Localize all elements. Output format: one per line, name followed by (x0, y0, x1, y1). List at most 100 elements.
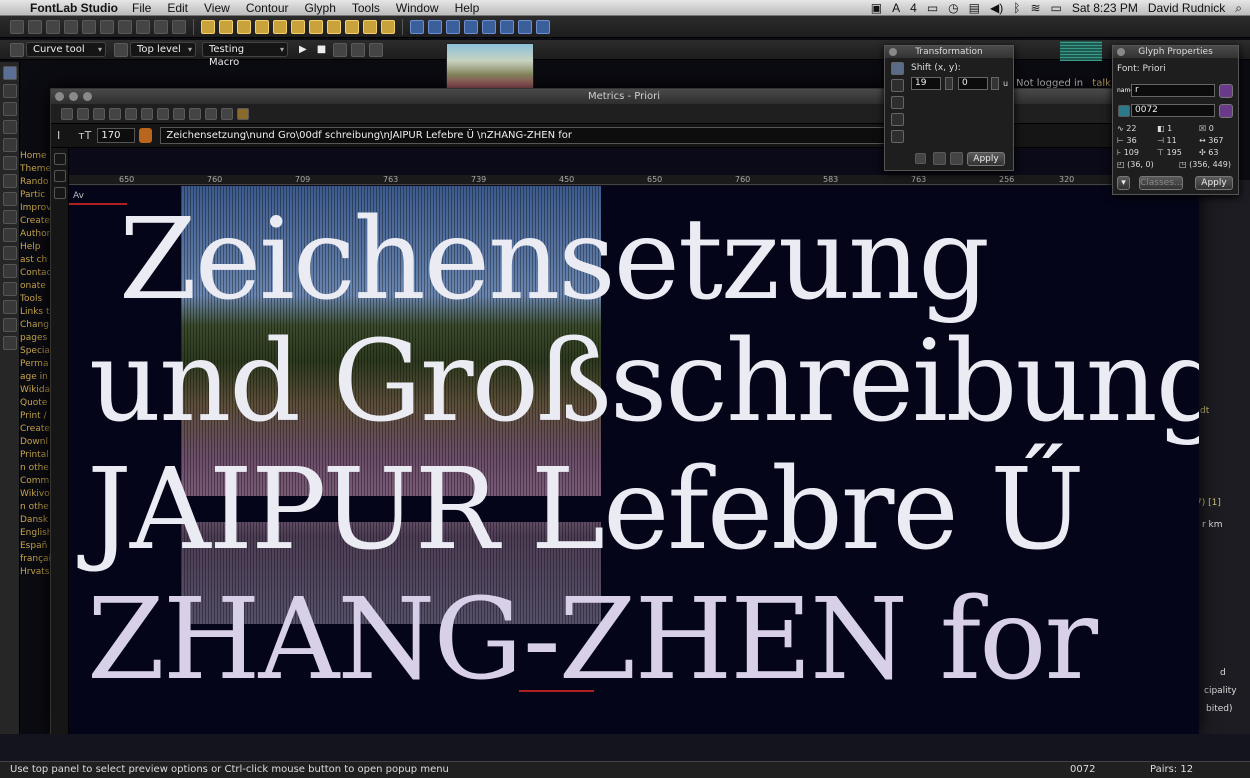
preview-line-3[interactable]: JAIPUR Lefebre Ű (87, 454, 1085, 566)
hand-tool-icon[interactable] (3, 300, 17, 314)
delete-pair-icon[interactable] (77, 107, 89, 120)
advance-icon[interactable] (189, 107, 201, 120)
glyph-window-icon[interactable] (219, 19, 233, 34)
node-tool-icon[interactable] (410, 19, 424, 34)
metrics-window-icon[interactable] (237, 19, 251, 34)
zoom-window-icon[interactable] (83, 92, 92, 101)
screen-icon[interactable]: ▤ (969, 1, 980, 15)
sample-text-field[interactable]: Zeichensetzung\nund Gro\00df schreibung\… (160, 127, 891, 144)
run-macro-icon[interactable]: ▶ (299, 44, 307, 55)
eraser-tool-icon[interactable] (3, 120, 17, 134)
new-file-icon[interactable] (10, 19, 24, 34)
battery-icon[interactable]: ▭ (1051, 1, 1062, 15)
transformation-titlebar[interactable]: Transformation (885, 46, 1013, 58)
menu-window[interactable]: Window (396, 1, 439, 15)
clock[interactable]: Sat 8:23 PM (1072, 1, 1138, 15)
wifi-icon[interactable]: ≋ (1030, 1, 1040, 15)
rotate-icon[interactable] (891, 79, 904, 92)
rectangle-tool-icon[interactable] (3, 192, 17, 206)
ttf-hinting-icon[interactable] (327, 19, 341, 34)
pointer-tool-icon[interactable] (3, 66, 17, 80)
sidebearing-icon[interactable] (221, 107, 233, 120)
menu-glyph[interactable]: Glyph (305, 1, 336, 15)
list-icon[interactable] (125, 107, 137, 120)
apply-to-glyphs-icon[interactable] (950, 152, 963, 165)
preview-line-2[interactable]: und Großschreibung (89, 326, 1199, 438)
kerning-window-icon[interactable] (255, 19, 269, 34)
macro-menu-icon[interactable] (369, 42, 384, 57)
level-select[interactable]: Top level (130, 42, 196, 57)
script-icon[interactable]: ▣ (871, 1, 882, 15)
redo-icon[interactable] (154, 19, 168, 34)
guides-icon[interactable] (482, 19, 496, 34)
unicode-apply-icon[interactable] (1219, 104, 1233, 118)
time-machine-icon[interactable]: ◷ (948, 1, 958, 15)
preview-line-1[interactable]: Zeichensetzung (119, 204, 990, 316)
ellipse-tool-icon[interactable] (3, 210, 17, 224)
import-icon[interactable] (93, 107, 105, 120)
metrics-titlebar[interactable]: Metrics - Priori (51, 89, 1197, 104)
tool-select[interactable]: Curve tool (26, 42, 106, 57)
lsb-icon[interactable] (173, 107, 185, 120)
menu-contour[interactable]: Contour (246, 1, 289, 15)
print-icon[interactable] (172, 19, 186, 34)
unicode-field[interactable]: 0072 (1131, 104, 1215, 117)
slant-icon[interactable] (891, 113, 904, 126)
measure-tool-icon[interactable] (3, 282, 17, 296)
font-info-icon[interactable] (309, 19, 323, 34)
glyph-name-field[interactable]: r (1131, 84, 1215, 97)
app-name-menu[interactable]: FontLab Studio (30, 1, 118, 15)
classes-button[interactable]: Classes... (1139, 176, 1183, 190)
metrics-mode-icon[interactable] (157, 107, 169, 120)
preview-options-icon[interactable] (237, 107, 249, 120)
font-size-stepper[interactable] (139, 128, 153, 143)
menu-tools[interactable]: Tools (352, 1, 380, 15)
hand-tool-icon[interactable] (54, 170, 66, 182)
layer-icon[interactable] (114, 42, 128, 57)
minimize-window-icon[interactable] (69, 92, 78, 101)
zoom-tool-icon[interactable] (3, 318, 17, 332)
shift-icon[interactable] (891, 62, 904, 75)
bounds-icon[interactable] (464, 19, 478, 34)
shift-y-field[interactable]: 0 (958, 77, 988, 90)
glyph-name-apply-icon[interactable] (1219, 84, 1233, 98)
display-icon[interactable]: ▭ (927, 1, 938, 15)
paste-icon[interactable] (118, 19, 132, 34)
refresh-macro-icon[interactable] (351, 42, 366, 57)
shift-x-field[interactable]: 19 (911, 77, 941, 90)
knife-tool-icon[interactable] (3, 102, 17, 116)
save-all-icon[interactable] (64, 19, 78, 34)
metrics-preview-canvas[interactable]: Av Zeichensetzung und Großschreibung JAI… (69, 186, 1199, 735)
close-panel-icon[interactable] (1117, 48, 1125, 56)
hint-tool-icon[interactable] (3, 336, 17, 350)
node-add-tool-icon[interactable] (3, 138, 17, 152)
kerning-icon[interactable] (141, 107, 153, 120)
curve-tool-icon[interactable] (10, 42, 24, 57)
library-icon[interactable] (363, 19, 377, 34)
slant-tool-icon[interactable] (3, 264, 17, 278)
classes-window-icon[interactable] (273, 19, 287, 34)
user-name[interactable]: David Rudnick (1148, 1, 1225, 15)
copy-icon[interactable] (100, 19, 114, 34)
undo-icon[interactable] (136, 19, 150, 34)
close-panel-icon[interactable] (889, 48, 897, 56)
apply-to-selection-icon[interactable] (933, 152, 946, 165)
curve-tool-icon[interactable] (3, 156, 17, 170)
preview-line-4[interactable]: ZHANG-ZHEN for (87, 584, 1098, 696)
macro-icon[interactable] (381, 19, 395, 34)
menu-file[interactable]: File (132, 1, 151, 15)
edit-macro-icon[interactable] (333, 42, 348, 57)
pen-tool-icon[interactable] (3, 84, 17, 98)
spotlight-icon[interactable]: ⌕ (1235, 1, 1242, 16)
font-size-field[interactable]: 170 (97, 128, 136, 143)
volume-icon[interactable]: ◀) (990, 1, 1003, 15)
transformation-apply-button[interactable]: Apply (967, 152, 1005, 166)
opentype-window-icon[interactable] (291, 19, 305, 34)
text-tool-icon[interactable] (54, 153, 66, 165)
text-cursor-icon[interactable]: I (57, 129, 60, 142)
bluetooth-icon[interactable]: ᛒ (1013, 1, 1020, 15)
scale-icon[interactable] (891, 96, 904, 109)
flip-icon[interactable] (891, 130, 904, 143)
align-icon[interactable] (446, 19, 460, 34)
menu-help[interactable]: Help (455, 1, 480, 15)
